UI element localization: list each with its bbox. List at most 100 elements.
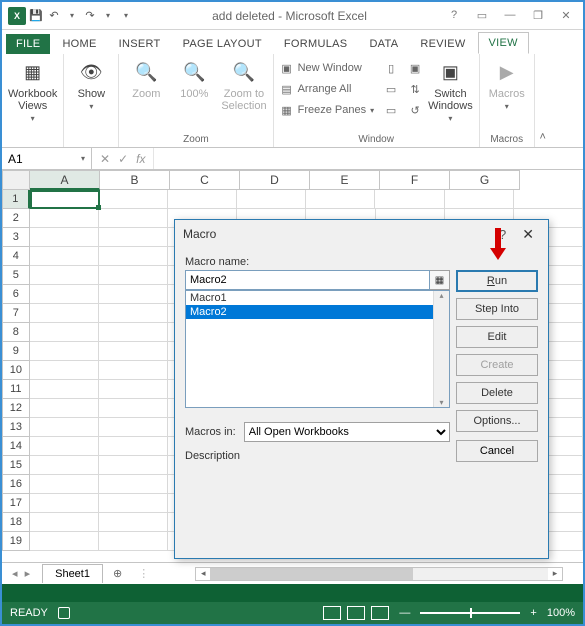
cell[interactable] bbox=[30, 380, 99, 399]
cell[interactable] bbox=[30, 437, 99, 456]
page-layout-view-icon[interactable] bbox=[347, 606, 365, 620]
cell[interactable] bbox=[99, 247, 168, 266]
row-header[interactable]: 8 bbox=[2, 323, 30, 342]
zoom-level[interactable]: 100% bbox=[547, 607, 575, 619]
cell[interactable] bbox=[30, 532, 99, 551]
zoom-in-icon[interactable]: + bbox=[530, 607, 536, 619]
cell[interactable] bbox=[30, 513, 99, 532]
cell[interactable] bbox=[30, 342, 99, 361]
row-header[interactable]: 17 bbox=[2, 494, 30, 513]
row-header[interactable]: 16 bbox=[2, 475, 30, 494]
cell[interactable] bbox=[30, 266, 99, 285]
redo-dropdown-icon[interactable]: ▾ bbox=[100, 8, 116, 24]
cell[interactable] bbox=[168, 190, 237, 209]
cell[interactable] bbox=[30, 247, 99, 266]
cell[interactable] bbox=[99, 399, 168, 418]
redo-icon[interactable]: ↷ bbox=[82, 8, 98, 24]
cell[interactable] bbox=[30, 456, 99, 475]
cancel-formula-icon[interactable]: ✕ bbox=[100, 152, 110, 166]
col-header[interactable]: A bbox=[30, 170, 100, 190]
save-icon[interactable]: 💾 bbox=[28, 8, 44, 24]
row-header[interactable]: 12 bbox=[2, 399, 30, 418]
show-button[interactable]: 👁 Show ▾ bbox=[70, 58, 112, 111]
horizontal-scrollbar[interactable]: ◂ ▸ bbox=[195, 567, 563, 581]
tab-formulas[interactable]: FORMULAS bbox=[274, 34, 358, 54]
col-header[interactable]: B bbox=[100, 170, 170, 190]
step-into-button[interactable]: Step Into bbox=[456, 298, 538, 320]
fx-icon[interactable]: fx bbox=[136, 152, 145, 166]
cell[interactable] bbox=[99, 342, 168, 361]
cell[interactable] bbox=[306, 190, 375, 209]
chevron-down-icon[interactable]: ▾ bbox=[81, 154, 85, 163]
list-item[interactable]: Macro2 bbox=[186, 305, 449, 319]
row-header[interactable]: 13 bbox=[2, 418, 30, 437]
macro-record-icon[interactable] bbox=[58, 607, 70, 619]
tab-review[interactable]: REVIEW bbox=[410, 34, 475, 54]
row-header[interactable]: 10 bbox=[2, 361, 30, 380]
dialog-titlebar[interactable]: Macro ? ✕ bbox=[175, 220, 548, 248]
row-header[interactable]: 9 bbox=[2, 342, 30, 361]
tab-view[interactable]: VIEW bbox=[478, 32, 529, 54]
col-header[interactable]: G bbox=[450, 170, 520, 190]
normal-view-icon[interactable] bbox=[323, 606, 341, 620]
delete-button[interactable]: Delete bbox=[456, 382, 538, 404]
cell[interactable] bbox=[30, 418, 99, 437]
reset-pos-button[interactable]: ↺ bbox=[408, 100, 422, 120]
cancel-button[interactable]: Cancel bbox=[456, 440, 538, 462]
cell[interactable] bbox=[99, 513, 168, 532]
listbox-scrollbar[interactable] bbox=[433, 291, 449, 407]
row-header[interactable]: 4 bbox=[2, 247, 30, 266]
cell[interactable] bbox=[99, 304, 168, 323]
cell[interactable] bbox=[375, 190, 444, 209]
zoom-to-selection-button[interactable]: 🔍 Zoom toSelection bbox=[221, 58, 266, 112]
zoom-100-button[interactable]: 🔍 100% bbox=[173, 58, 215, 100]
freeze-panes-button[interactable]: ▦Freeze Panes▾ bbox=[280, 100, 375, 120]
col-header[interactable]: F bbox=[380, 170, 450, 190]
cell[interactable] bbox=[99, 532, 168, 551]
sync-scroll-button[interactable]: ⇅ bbox=[408, 79, 422, 99]
row-header[interactable]: 1 bbox=[2, 190, 30, 209]
page-break-view-icon[interactable] bbox=[371, 606, 389, 620]
enter-formula-icon[interactable]: ✓ bbox=[118, 152, 128, 166]
cell[interactable] bbox=[30, 190, 99, 209]
cell[interactable] bbox=[99, 228, 168, 247]
col-header[interactable]: D bbox=[240, 170, 310, 190]
dialog-help-icon[interactable]: ? bbox=[489, 227, 516, 242]
macro-listbox[interactable]: Macro1 Macro2 bbox=[185, 290, 450, 408]
restore-icon[interactable]: ❐ bbox=[529, 9, 547, 22]
cell[interactable] bbox=[99, 475, 168, 494]
minimize-icon[interactable]: — bbox=[501, 9, 519, 22]
row-header[interactable]: 6 bbox=[2, 285, 30, 304]
options-button[interactable]: Options... bbox=[456, 410, 538, 432]
unhide-button[interactable]: ▭ bbox=[384, 100, 398, 120]
row-header[interactable]: 3 bbox=[2, 228, 30, 247]
cell[interactable] bbox=[30, 361, 99, 380]
tab-page-layout[interactable]: PAGE LAYOUT bbox=[173, 34, 272, 54]
formula-input[interactable] bbox=[154, 148, 583, 169]
row-header[interactable]: 18 bbox=[2, 513, 30, 532]
cell[interactable] bbox=[30, 399, 99, 418]
undo-icon[interactable]: ↶ bbox=[46, 8, 62, 24]
switch-windows-button[interactable]: ▣ SwitchWindows ▾ bbox=[428, 58, 473, 123]
cell[interactable] bbox=[99, 190, 168, 209]
cell[interactable] bbox=[99, 380, 168, 399]
help-icon[interactable]: ? bbox=[445, 9, 463, 22]
dialog-close-icon[interactable]: ✕ bbox=[516, 226, 540, 243]
scroll-right-icon[interactable]: ▸ bbox=[548, 568, 562, 579]
collapse-ribbon-icon[interactable]: ˄ bbox=[535, 54, 551, 147]
cell[interactable] bbox=[445, 190, 514, 209]
view-mode-icons[interactable] bbox=[323, 606, 389, 620]
ribbon-display-icon[interactable]: ▭ bbox=[473, 9, 491, 22]
tab-insert[interactable]: INSERT bbox=[109, 34, 171, 54]
row-header[interactable]: 7 bbox=[2, 304, 30, 323]
cell[interactable] bbox=[99, 437, 168, 456]
macros-button[interactable]: ▶ Macros ▾ bbox=[486, 58, 528, 111]
undo-dropdown-icon[interactable]: ▾ bbox=[64, 8, 80, 24]
row-header[interactable]: 5 bbox=[2, 266, 30, 285]
cell[interactable] bbox=[99, 456, 168, 475]
list-item[interactable]: Macro1 bbox=[186, 291, 449, 305]
cell[interactable] bbox=[30, 304, 99, 323]
cell[interactable] bbox=[30, 209, 99, 228]
macros-in-select[interactable]: All Open Workbooks bbox=[244, 422, 450, 442]
cell[interactable] bbox=[30, 475, 99, 494]
